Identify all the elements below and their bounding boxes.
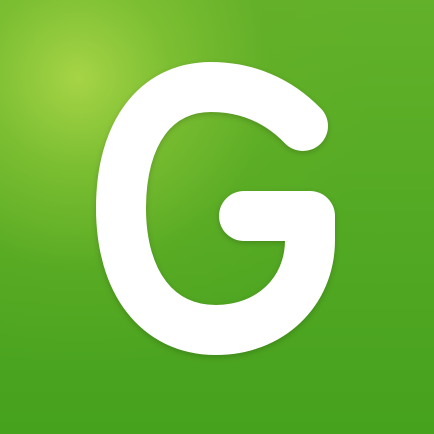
g-logo-icon: [96, 62, 335, 355]
app-icon[interactable]: [0, 0, 434, 434]
g-logo-stroke: [96, 62, 335, 355]
